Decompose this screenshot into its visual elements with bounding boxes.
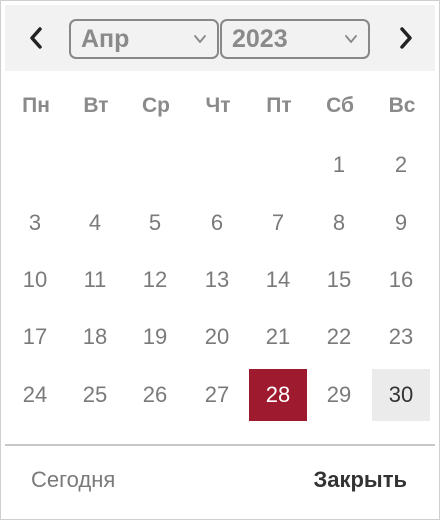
calendar-day[interactable]: 6 <box>188 197 246 249</box>
calendar-day[interactable]: 17 <box>6 311 64 363</box>
chevron-down-icon <box>345 35 357 43</box>
calendar-day[interactable]: 12 <box>126 254 184 306</box>
calendar-day[interactable]: 8 <box>310 197 368 249</box>
calendar-day[interactable]: 23 <box>372 311 430 363</box>
divider <box>5 444 435 446</box>
calendar-day[interactable]: 1 <box>310 139 368 191</box>
weekday-label: Пт <box>266 94 292 117</box>
calendar-day[interactable]: 24 <box>6 369 64 421</box>
calendar-day[interactable]: 13 <box>188 254 246 306</box>
chevron-down-icon <box>194 35 206 43</box>
calendar-day[interactable]: 27 <box>188 369 246 421</box>
today-button[interactable]: Сегодня <box>31 467 115 493</box>
year-select[interactable]: 2023 <box>220 19 370 59</box>
calendar-day[interactable]: 15 <box>310 254 368 306</box>
weekday-label: Вс <box>388 94 416 117</box>
calendar-day[interactable]: 16 <box>372 254 430 306</box>
weekday-label: Чт <box>205 94 231 117</box>
weekday-label: Сб <box>326 94 354 117</box>
calendar-day[interactable]: 26 <box>126 369 184 421</box>
calendar-day[interactable]: 20 <box>188 311 246 363</box>
calendar-day[interactable]: 21 <box>249 311 307 363</box>
calendar-day[interactable]: 10 <box>6 254 64 306</box>
calendar-day[interactable]: 25 <box>66 369 124 421</box>
calendar-day[interactable]: 4 <box>66 197 124 249</box>
calendar-day[interactable]: 11 <box>66 254 124 306</box>
calendar-day[interactable]: 19 <box>126 311 184 363</box>
prev-month-button[interactable] <box>17 19 55 57</box>
calendar-day[interactable]: 14 <box>249 254 307 306</box>
calendar-day[interactable]: 22 <box>310 311 368 363</box>
calendar-day[interactable]: 9 <box>372 197 430 249</box>
weekday-header-row: Пн Вт Ср Чт Пт Сб Вс <box>5 81 435 131</box>
calendar-day[interactable]: 5 <box>126 197 184 249</box>
calendar-day[interactable]: 3 <box>6 197 64 249</box>
month-select-value: Апр <box>81 24 130 53</box>
calendar-header: Апр 2023 <box>5 5 435 71</box>
calendar-day[interactable]: 2 <box>372 139 430 191</box>
calendar-day[interactable]: 18 <box>66 311 124 363</box>
year-select-value: 2023 <box>232 24 288 53</box>
calendar-day[interactable]: 29 <box>310 369 368 421</box>
close-button[interactable]: Закрыть <box>313 467 407 493</box>
next-month-button[interactable] <box>387 19 425 57</box>
weekday-label: Вт <box>83 94 109 117</box>
chevron-left-icon <box>30 27 42 49</box>
chevron-right-icon <box>400 27 412 49</box>
date-picker: Апр 2023 Пн Вт Ср Чт Пт Сб Вс 1234567891… <box>0 0 440 520</box>
calendar-day[interactable]: 7 <box>249 197 307 249</box>
month-select[interactable]: Апр <box>69 19 219 59</box>
calendar-day-selected[interactable]: 28 <box>249 369 307 421</box>
calendar-day-today[interactable]: 30 <box>372 369 430 421</box>
weekday-label: Ср <box>142 94 170 117</box>
weekday-label: Пн <box>22 94 50 117</box>
